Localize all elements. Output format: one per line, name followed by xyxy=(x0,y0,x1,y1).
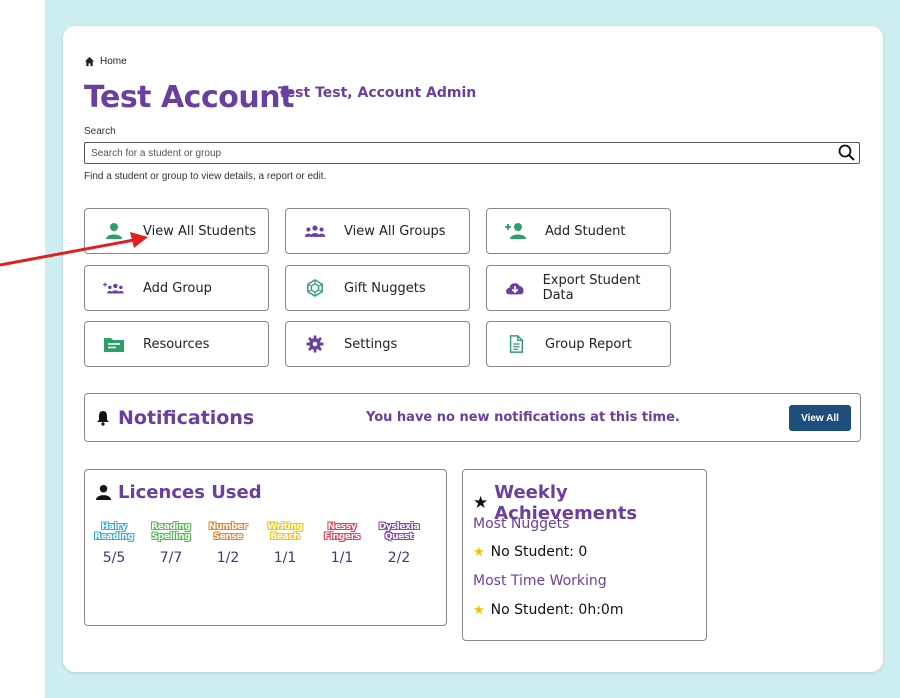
document-icon xyxy=(509,335,524,353)
add-student-button[interactable]: Add Student xyxy=(486,208,671,254)
licences-heading: Licences Used xyxy=(118,482,262,503)
tile-label: View All Groups xyxy=(344,223,446,239)
notifications-message: You have no new notifications at this ti… xyxy=(366,410,680,425)
licence-product: Writing Beach 1/1 xyxy=(260,520,310,566)
licence-product: Dyslexia Quest 2/2 xyxy=(374,520,424,566)
search-input[interactable] xyxy=(85,147,837,159)
most-nuggets-label: Most Nuggets xyxy=(473,516,570,532)
star-icon: ★ xyxy=(473,544,485,560)
cloud-download-icon xyxy=(505,283,524,295)
licence-count: 5/5 xyxy=(102,550,126,566)
licence-count: 1/1 xyxy=(330,550,354,566)
add-group-icon xyxy=(103,282,124,294)
home-icon xyxy=(84,56,95,67)
folder-icon xyxy=(104,338,124,352)
search-icon[interactable] xyxy=(837,143,857,163)
account-role-label: Test Test, Account Admin xyxy=(278,85,477,101)
product-logo-text: Dyslexia xyxy=(378,522,420,532)
export-student-data-button[interactable]: Export Student Data xyxy=(486,265,671,311)
view-all-notifications-button[interactable]: View All xyxy=(789,405,851,431)
licence-count: 1/1 xyxy=(273,550,297,566)
gear-icon xyxy=(306,335,324,353)
tile-label: Gift Nuggets xyxy=(344,280,426,296)
star-icon: ★ xyxy=(473,493,489,512)
product-logo: Reading Spelling xyxy=(146,520,196,544)
product-logo: Number Sense xyxy=(203,520,253,544)
tile-label: Export Student Data xyxy=(542,273,641,303)
product-logo-text: Number xyxy=(208,522,248,532)
most-time-label: Most Time Working xyxy=(473,573,607,589)
tile-label: Add Student xyxy=(545,223,626,239)
gift-nuggets-button[interactable]: Gift Nuggets xyxy=(285,265,470,311)
person-icon xyxy=(95,484,112,501)
notifications-heading: Notifications xyxy=(118,407,255,429)
page-title: Test Account xyxy=(84,80,294,115)
most-time-row: ★ No Student: 0h:0m xyxy=(473,602,623,618)
licence-count: 2/2 xyxy=(387,550,411,566)
product-logo-text: Reading xyxy=(94,532,134,542)
licence-count: 1/2 xyxy=(216,550,240,566)
licence-product: Number Sense 1/2 xyxy=(203,520,253,566)
tile-label: Settings xyxy=(344,336,398,352)
people-group-icon xyxy=(304,225,326,237)
gem-icon xyxy=(307,279,323,297)
settings-button[interactable]: Settings xyxy=(285,321,470,367)
star-icon: ★ xyxy=(473,602,485,618)
most-nuggets-row: ★ No Student: 0 xyxy=(473,544,587,560)
product-logo: Nessy Fingers xyxy=(317,520,367,544)
resources-button[interactable]: Resources xyxy=(84,321,269,367)
tile-label: Add Group xyxy=(143,280,212,296)
tile-label: Group Report xyxy=(545,336,632,352)
most-time-value: No Student: 0h:0m xyxy=(490,602,624,618)
breadcrumb[interactable]: Home xyxy=(84,56,127,67)
annotation-arrow xyxy=(0,232,148,267)
licence-product: Reading Spelling 7/7 xyxy=(146,520,196,566)
licences-panel: Licences Used Hairy Reading 5/5 Reading Spel… xyxy=(84,469,447,626)
bell-icon xyxy=(97,411,109,426)
licence-product: Hairy Reading 5/5 xyxy=(89,520,139,566)
product-logo: Hairy Reading xyxy=(89,520,139,544)
product-logo-text: Fingers xyxy=(324,532,360,542)
weekly-achievements-panel: ★ Weekly Achievements Most Nuggets ★ No … xyxy=(462,469,707,641)
licence-count: 7/7 xyxy=(159,550,183,566)
view-all-groups-button[interactable]: View All Groups xyxy=(285,208,470,254)
most-nuggets-value: No Student: 0 xyxy=(490,544,588,560)
product-logo-text: Sense xyxy=(213,532,243,542)
product-logo-text: Reading xyxy=(151,522,191,532)
search-box xyxy=(84,142,860,164)
notifications-panel: Notifications You have no new notificati… xyxy=(84,393,861,442)
product-logo: Dyslexia Quest xyxy=(374,520,424,544)
product-logo-text: Beach xyxy=(270,532,300,542)
search-label: Search xyxy=(84,126,116,137)
licence-product: Nessy Fingers 1/1 xyxy=(317,520,367,566)
product-logo-text: Nessy xyxy=(327,522,357,532)
tile-label: Resources xyxy=(143,336,210,352)
group-report-button[interactable]: Group Report xyxy=(486,321,671,367)
breadcrumb-home-link[interactable]: Home xyxy=(100,56,127,67)
product-logo-text: Spelling xyxy=(151,532,191,542)
search-hint: Find a student or group to view details,… xyxy=(84,171,327,182)
product-logo-text: Hairy xyxy=(101,522,127,532)
product-logo-text: Quest xyxy=(384,532,414,542)
product-logo: Writing Beach xyxy=(260,520,310,544)
product-logo-text: Writing xyxy=(267,522,303,532)
add-person-icon xyxy=(505,223,526,239)
